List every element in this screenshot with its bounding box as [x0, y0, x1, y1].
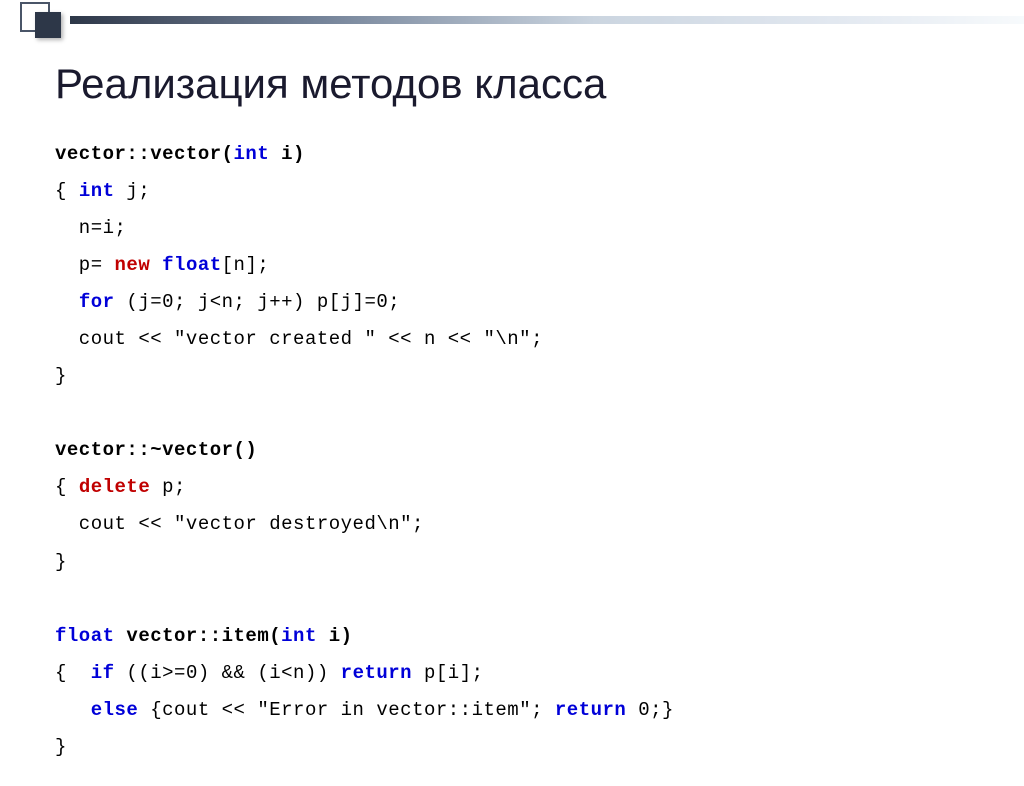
code-text: } — [55, 736, 67, 758]
code-text: {cout << "Error in vector::item"; — [138, 699, 555, 721]
code-text — [55, 699, 91, 721]
code-text: } — [55, 551, 67, 573]
code-keyword: float — [55, 625, 115, 647]
code-text: [n]; — [222, 254, 270, 276]
decoration-gradient-bar — [70, 16, 1024, 24]
code-text: { — [55, 476, 79, 498]
code-keyword: else — [91, 699, 139, 721]
code-keyword: for — [79, 291, 115, 313]
code-text — [55, 291, 79, 313]
code-text: i) — [269, 143, 305, 165]
code-keyword: float — [162, 254, 222, 276]
code-keyword: int — [281, 625, 317, 647]
code-keyword: int — [79, 180, 115, 202]
code-text: p[i]; — [412, 662, 483, 684]
code-text — [150, 254, 162, 276]
code-text: j; — [115, 180, 151, 202]
code-keyword: return — [555, 699, 626, 721]
code-text: p; — [150, 476, 186, 498]
slide-title: Реализация методов класса — [55, 60, 974, 108]
code-text: cout << "vector destroyed\n"; — [55, 513, 424, 535]
code-text: vector::~vector() — [55, 439, 257, 461]
code-keyword: new — [115, 254, 151, 276]
decoration-square-fill — [35, 12, 61, 38]
code-text: ((i>=0) && (i<n)) — [115, 662, 341, 684]
slide-content: Реализация методов класса vector::vector… — [0, 0, 1024, 786]
code-text: vector::item( — [115, 625, 282, 647]
code-text: (j=0; j<n; j++) p[j]=0; — [115, 291, 401, 313]
slide-decoration — [0, 0, 1024, 40]
code-block: vector::vector(int i) { int j; n=i; p= n… — [55, 136, 974, 766]
code-text: { — [55, 180, 79, 202]
code-keyword: delete — [79, 476, 150, 498]
code-keyword: if — [91, 662, 115, 684]
code-text: cout << "vector created " << n << "\n"; — [55, 328, 543, 350]
code-text: vector::vector( — [55, 143, 234, 165]
code-text: { — [55, 662, 91, 684]
code-text: 0;} — [626, 699, 674, 721]
code-text: p= — [55, 254, 115, 276]
code-text: } — [55, 365, 67, 387]
code-keyword: return — [341, 662, 412, 684]
code-text: n=i; — [55, 217, 126, 239]
code-text: i) — [317, 625, 353, 647]
code-keyword: int — [234, 143, 270, 165]
